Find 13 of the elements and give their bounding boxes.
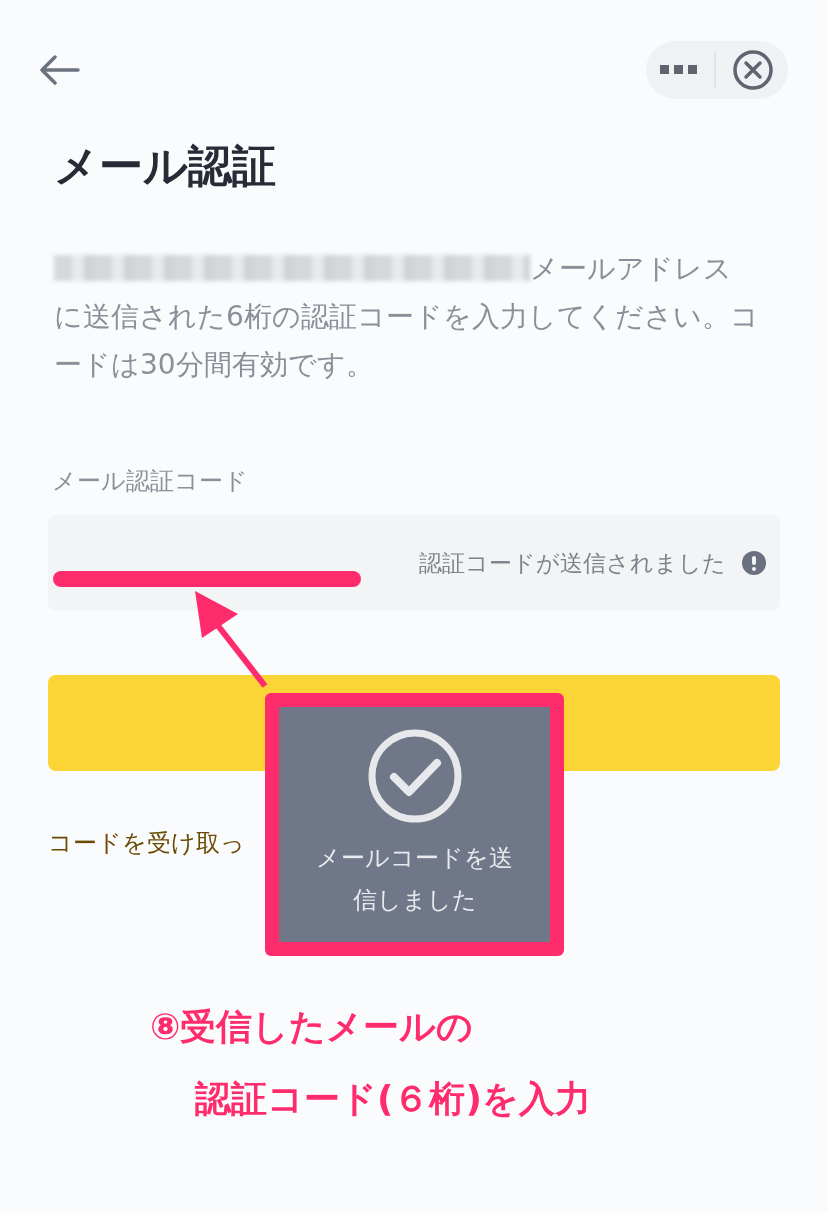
hint-text: 認証コードが送信されました [419, 548, 726, 578]
back-icon[interactable] [38, 55, 80, 85]
toast-message: メールコードを送信しました [315, 843, 514, 916]
close-icon[interactable] [732, 49, 774, 91]
more-icon[interactable] [660, 65, 698, 75]
description-text: メールアドレスに送信された6桁の認証コードを入力してください。コードは30分間有効です。 [54, 250, 760, 383]
annotation-text: 認証コード(６桁)を入力 [195, 1077, 591, 1121]
alert-icon [742, 550, 766, 575]
annotation-text: ⑧受信したメールの [150, 1005, 474, 1049]
field-label: メール認証コード [52, 465, 249, 497]
code-field[interactable]: 認証コードが送信されました [48, 514, 780, 611]
resend-link[interactable]: コードを受け取っ [48, 824, 245, 861]
page-title: メール認証 [54, 140, 277, 193]
